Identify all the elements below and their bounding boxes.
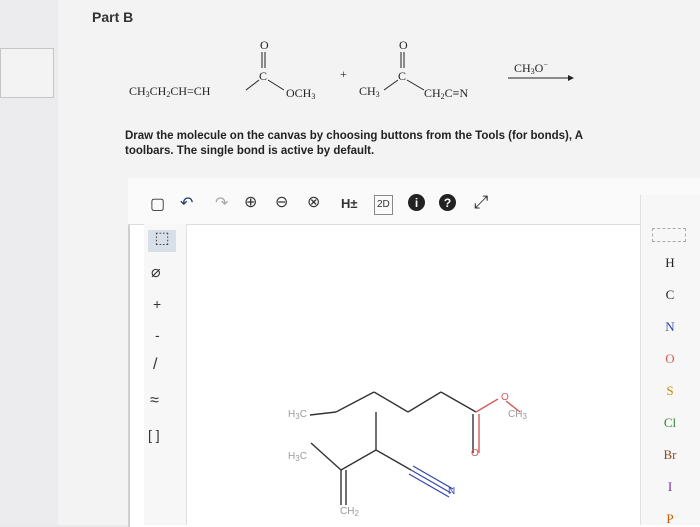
- bond-2: [373, 391, 409, 413]
- element-button-c[interactable]: C: [655, 287, 685, 303]
- info-button[interactable]: i: [408, 194, 425, 211]
- label-o-single: O: [501, 392, 509, 403]
- bond-3: [407, 391, 442, 413]
- reaction-arrow-head: [568, 75, 574, 81]
- bond-1: [335, 391, 375, 413]
- element-button-h[interactable]: H: [655, 255, 685, 271]
- label-h3c-top: H3C: [288, 409, 307, 421]
- label-n-nitrile: N: [448, 486, 456, 497]
- new-document-button[interactable]: ▢: [150, 196, 165, 214]
- bond-6: [340, 449, 377, 471]
- bond-ester-o: [475, 398, 499, 413]
- bond-7: [375, 449, 412, 471]
- part-title: Part B: [92, 9, 134, 25]
- bond-nitrile-a: [410, 469, 452, 494]
- element-button-br[interactable]: Br: [655, 447, 685, 463]
- r1-chain-bond: [245, 79, 260, 91]
- template-tool[interactable]: [ ]: [148, 426, 160, 444]
- bond-nitrile-c: [408, 473, 450, 498]
- element-button-n[interactable]: N: [655, 319, 685, 335]
- hydrogens-button[interactable]: H±: [341, 195, 358, 213]
- minus-charge-tool[interactable]: -: [155, 326, 160, 344]
- bond-tool[interactable]: /: [153, 356, 157, 374]
- instructions: Draw the molecule on the canvas by choos…: [125, 129, 700, 159]
- instructions-line-2: toolbars. The single bond is active by d…: [125, 145, 375, 157]
- left-answer-box[interactable]: [0, 48, 54, 98]
- bond-nitrile-b: [412, 465, 454, 490]
- label-ch3-right: CH3: [508, 409, 527, 421]
- element-button-o[interactable]: O: [655, 351, 685, 367]
- element-button-cl[interactable]: Cl: [655, 415, 685, 431]
- bond-h3c-top: [309, 411, 337, 416]
- drawing-canvas[interactable]: [186, 225, 640, 525]
- expand-button[interactable]: ⤢: [474, 193, 488, 211]
- bond-4: [440, 391, 477, 413]
- zoom-in-button[interactable]: ⊕: [244, 194, 257, 212]
- periodic-table-icon[interactable]: [652, 228, 686, 242]
- label-ch2-bottom: CH2: [340, 506, 359, 518]
- r2-nitrile-bond: [406, 79, 425, 91]
- undo-button[interactable]: ↶: [180, 195, 193, 213]
- help-button[interactable]: ?: [439, 194, 456, 211]
- element-button-s[interactable]: S: [655, 383, 685, 399]
- clean-2d-button[interactable]: 2D: [374, 195, 393, 215]
- element-button-i[interactable]: I: [655, 479, 685, 495]
- reaction-bonds: [245, 52, 574, 91]
- bond-h3c-bottom: [310, 442, 342, 471]
- chain-tool[interactable]: ≈: [150, 392, 159, 410]
- r2-methyl-bond: [383, 79, 399, 91]
- r1-ester-bond: [267, 79, 285, 91]
- plus-charge-tool[interactable]: +: [153, 295, 161, 313]
- label-o-double: O: [471, 448, 479, 459]
- redo-button[interactable]: ↷: [215, 195, 228, 213]
- instructions-line-1: Draw the molecule on the canvas by choos…: [125, 130, 584, 142]
- zoom-out-button[interactable]: ⊖: [275, 194, 288, 212]
- erase-tool[interactable]: ⌀: [151, 264, 161, 282]
- reset-zoom-button[interactable]: ⊗: [307, 194, 320, 212]
- label-h3c-bottom: H3C: [288, 451, 307, 463]
- select-tool[interactable]: ⬚: [148, 230, 176, 252]
